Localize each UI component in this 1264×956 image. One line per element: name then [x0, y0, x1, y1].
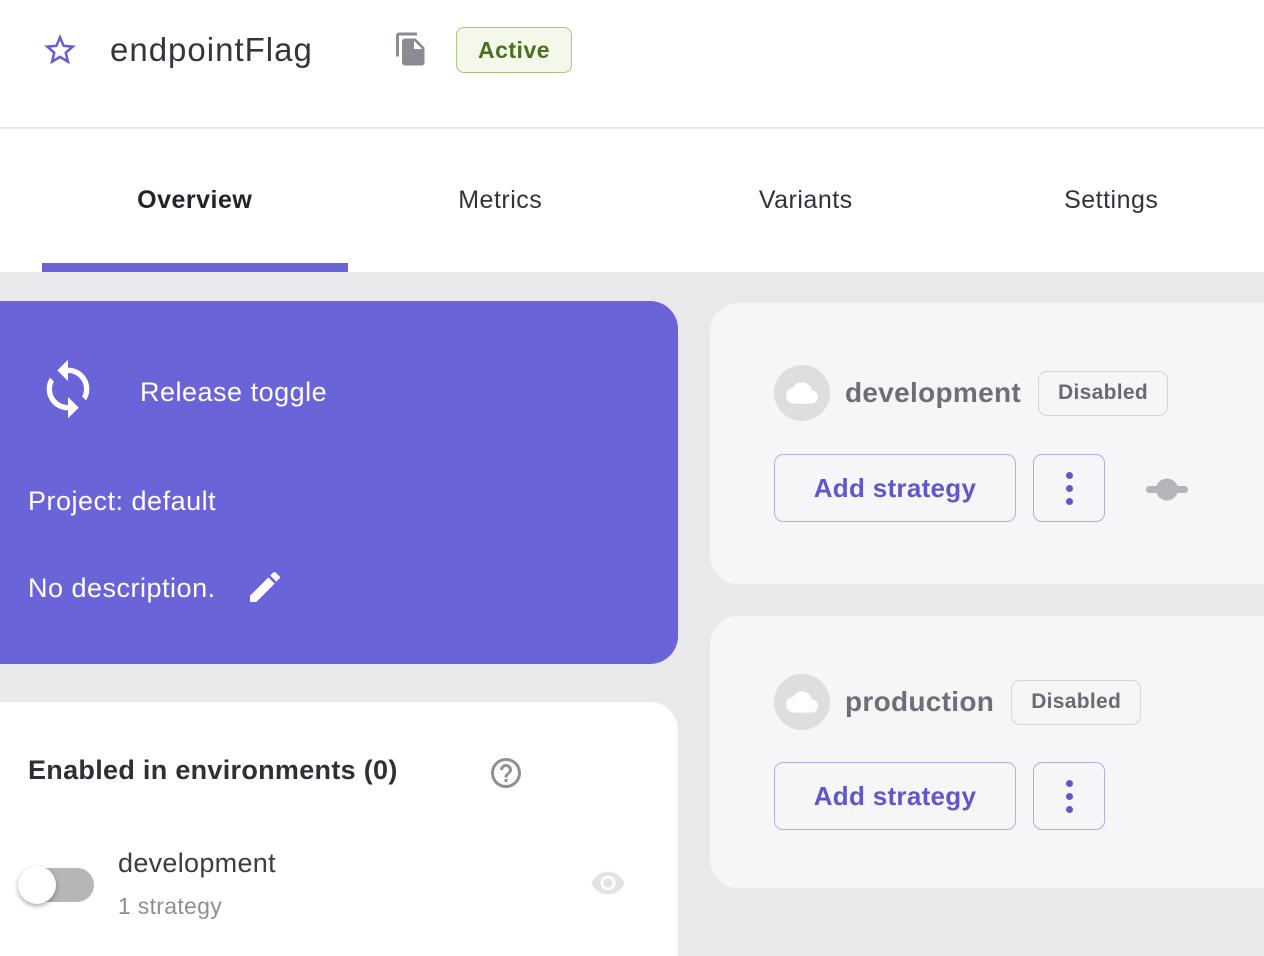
environment-row-name: development	[118, 848, 276, 879]
release-toggle-loop-icon	[36, 353, 100, 430]
tab-metrics-label: Metrics	[458, 186, 542, 215]
tab-settings-label: Settings	[1064, 186, 1158, 215]
flag-header: endpointFlag Active	[0, 0, 1264, 128]
enabled-environments-panel: Enabled in environments (0) development …	[0, 702, 678, 956]
environment-card-header: production Disabled	[774, 674, 1141, 730]
environment-avatar	[774, 674, 830, 730]
cloud-icon	[786, 377, 818, 409]
environment-menu-kebab-icon[interactable]	[1033, 454, 1105, 522]
edit-description-pencil-icon[interactable]	[244, 567, 286, 609]
environment-toggle-slider-icon[interactable]	[1145, 476, 1189, 504]
environment-menu-kebab-icon[interactable]	[1033, 762, 1105, 830]
environment-row-strategy-count: 1 strategy	[118, 893, 222, 920]
enabled-environments-title: Enabled in environments (0)	[28, 755, 398, 786]
tab-settings[interactable]: Settings	[959, 129, 1264, 272]
favorite-star-icon[interactable]	[40, 31, 80, 71]
environment-card-header: development Disabled	[774, 365, 1168, 421]
tab-metrics[interactable]: Metrics	[348, 129, 654, 272]
environment-card-development: development Disabled Add strategy	[710, 303, 1264, 584]
add-strategy-button[interactable]: Add strategy	[774, 762, 1016, 830]
flag-type-label: Release toggle	[140, 377, 327, 408]
active-tab-indicator	[42, 263, 348, 272]
environment-card-production: production Disabled Add strategy	[710, 616, 1264, 888]
help-icon[interactable]	[488, 755, 524, 791]
environment-card-actions: Add strategy	[774, 454, 1105, 522]
page-title: endpointFlag	[110, 31, 313, 69]
tab-overview-label: Overview	[137, 186, 252, 215]
environment-card-actions: Add strategy	[774, 762, 1105, 830]
environment-name: production	[845, 686, 994, 718]
tab-overview[interactable]: Overview	[42, 129, 348, 272]
flag-type-card: Release toggle Project: default No descr…	[0, 301, 678, 664]
tab-bar: Overview Metrics Variants Settings	[0, 129, 1264, 272]
cloud-icon	[786, 686, 818, 718]
environment-avatar	[774, 365, 830, 421]
environment-name: development	[845, 377, 1021, 409]
flag-project-label: Project: default	[28, 486, 216, 517]
environment-status-chip: Disabled	[1011, 680, 1141, 725]
tab-variants[interactable]: Variants	[653, 129, 959, 272]
status-badge: Active	[456, 27, 572, 73]
environment-toggle-switch[interactable]	[18, 864, 94, 904]
add-strategy-button[interactable]: Add strategy	[774, 454, 1016, 522]
copy-name-icon[interactable]	[392, 31, 430, 69]
environment-status-chip: Disabled	[1038, 371, 1168, 416]
flag-description: No description.	[28, 573, 216, 604]
tab-variants-label: Variants	[759, 186, 853, 215]
flag-description-row: No description.	[28, 567, 286, 609]
visibility-eye-icon[interactable]	[583, 865, 633, 903]
switch-thumb	[18, 866, 56, 904]
